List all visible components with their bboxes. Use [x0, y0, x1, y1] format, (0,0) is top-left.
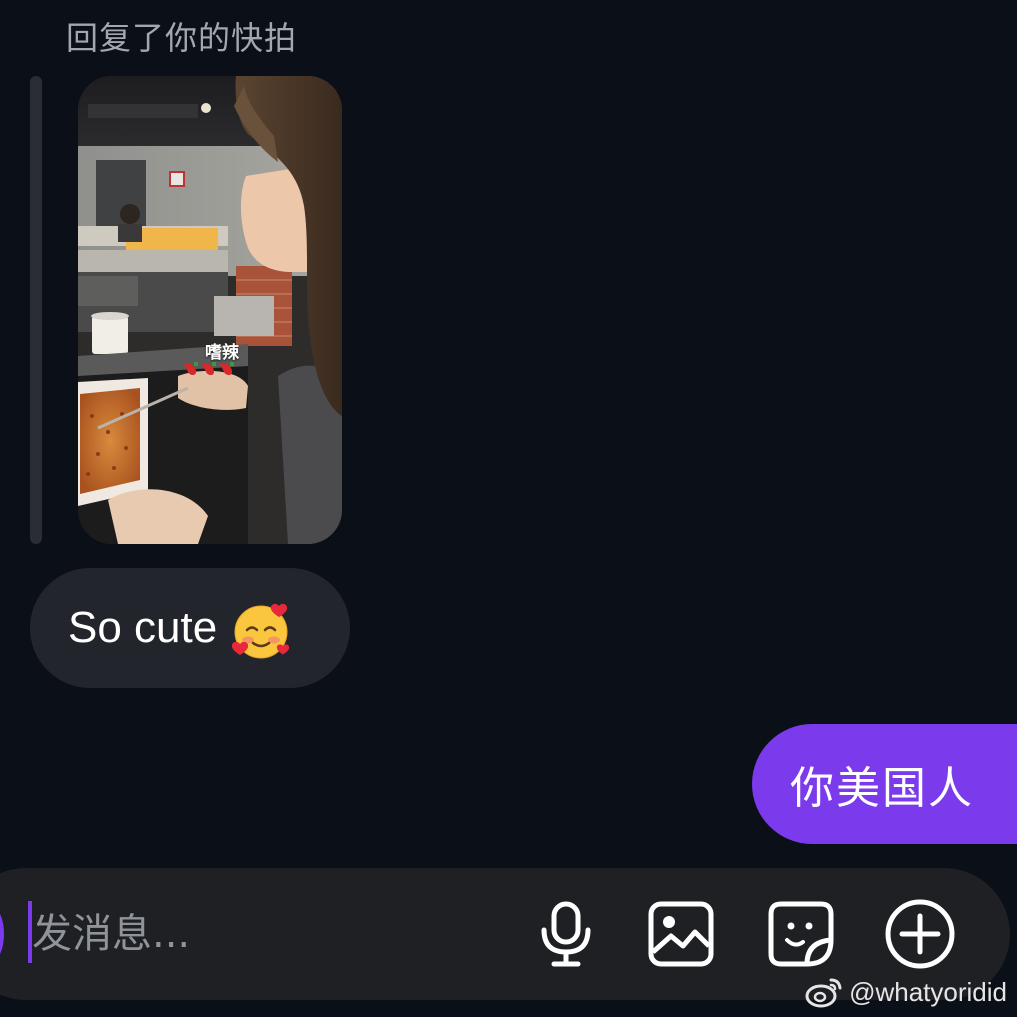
more-button[interactable] — [884, 898, 956, 970]
received-message-text: So cute — [68, 603, 218, 652]
sticker-button[interactable] — [765, 898, 837, 970]
watermark: @whatyoridid — [805, 972, 1007, 1012]
image-icon — [648, 901, 714, 967]
snap-thumbnail[interactable]: 嗜辣 — [78, 76, 342, 544]
sent-message-bubble[interactable]: 你美国人 — [752, 724, 1017, 844]
plus-circle-icon — [885, 899, 955, 969]
microphone-icon — [541, 901, 591, 967]
reply-quote-bar — [30, 76, 42, 544]
message-input[interactable] — [32, 902, 502, 966]
gallery-button[interactable] — [645, 898, 717, 970]
microphone-button[interactable] — [530, 898, 602, 970]
weibo-logo — [805, 978, 842, 1008]
smiling-face-with-hearts-icon — [232, 603, 290, 659]
reply-header: 回复了你的快拍 — [66, 19, 298, 57]
snap-photo — [78, 76, 342, 544]
watermark-handle: @whatyoridid — [849, 976, 1007, 1007]
chili-pepper-icon — [184, 362, 234, 375]
sticker-icon — [768, 901, 834, 967]
received-message-bubble[interactable]: So cute — [30, 568, 350, 688]
sent-message-text: 你美国人 — [790, 763, 974, 814]
